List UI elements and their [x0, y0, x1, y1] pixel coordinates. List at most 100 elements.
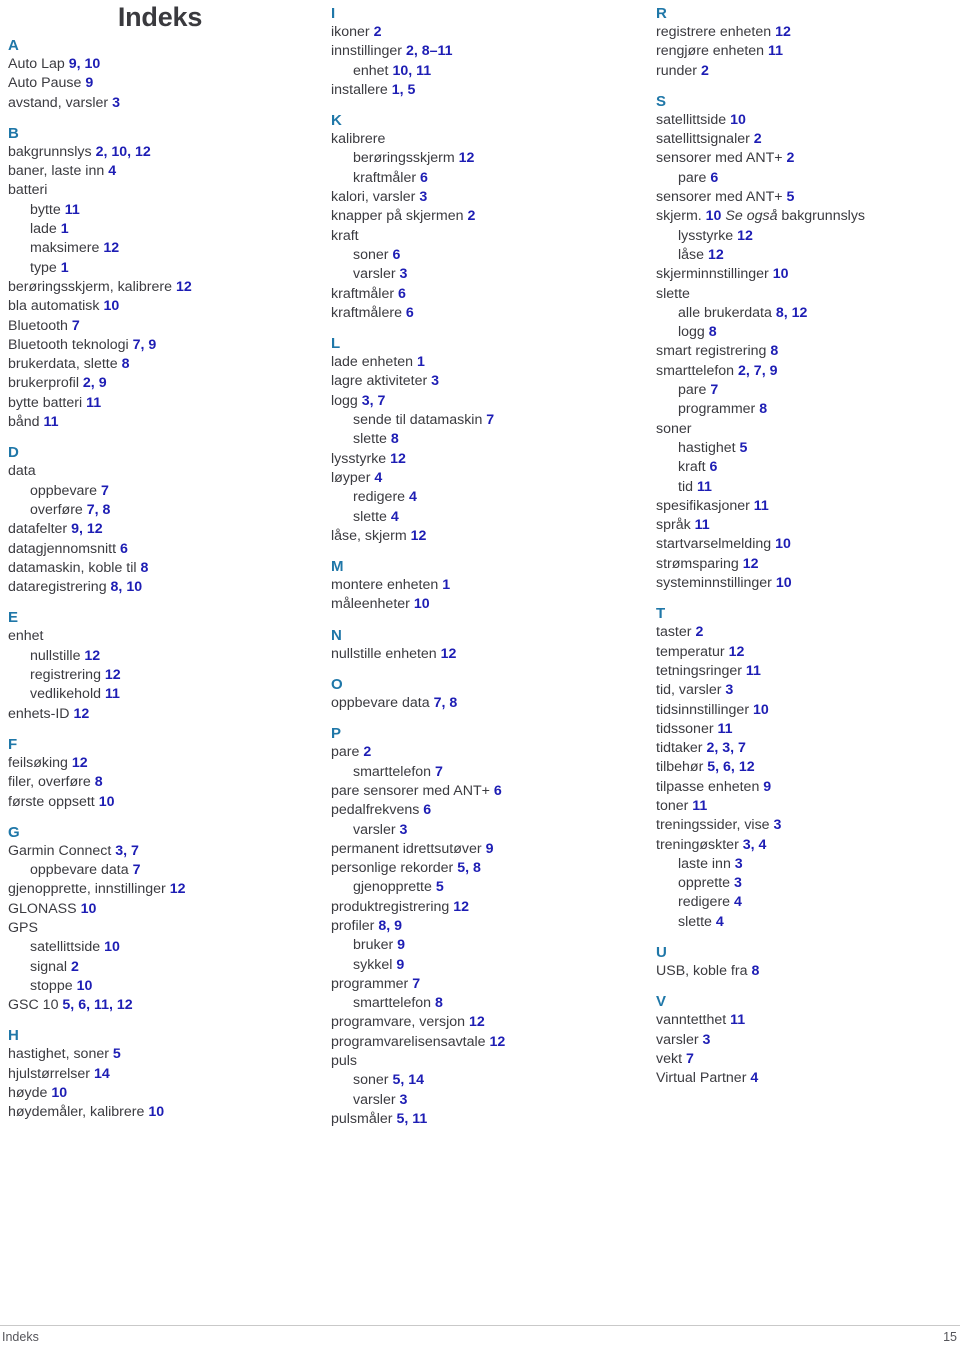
index-entry-pages: 6 — [709, 459, 718, 476]
index-entry: smart registrering 8 — [656, 342, 956, 361]
index-column-1: A Auto Lap 9, 10 Auto Pause 9 avstand, vars… — [8, 0, 308, 1123]
index-entry: rengjøre enheten 11 — [656, 42, 956, 61]
index-entry-pages: 12 — [84, 647, 101, 664]
letter-heading: F — [8, 735, 18, 753]
index-entry-pages: 8 — [121, 356, 130, 373]
index-entry-pages: 11 — [86, 394, 102, 411]
index-entry-term: ikoner — [331, 24, 370, 40]
index-entry-pages: 9, 10 — [68, 56, 101, 72]
index-entry-term: første oppsett — [8, 793, 95, 810]
letter-heading: N — [331, 626, 342, 644]
index-entry-term: hastighet, soner — [8, 1046, 109, 1063]
index-entry: oppbevare data 7 — [8, 861, 308, 880]
index-entry: produktregistrering 12 — [331, 898, 631, 917]
index-entry-term: kraft — [678, 459, 706, 476]
index-entry-term: bånd — [8, 414, 40, 431]
index-entry-term: kraftmåler — [331, 285, 395, 302]
index-entry-pages: 1 — [417, 354, 425, 371]
index-entry-pages: 11 — [717, 720, 733, 737]
index-entry-pages: 6 — [120, 540, 128, 557]
index-entry-pages: 3 — [773, 817, 782, 834]
index-entry-term: berøringsskjerm — [353, 150, 455, 167]
index-entry-term: systeminnstillinger — [656, 575, 772, 592]
index-entry-pages: 6 — [493, 782, 502, 799]
index-entry-pages: 7 — [685, 1050, 694, 1067]
letter-heading: T — [656, 605, 666, 623]
index-entry-term: datafelter — [8, 521, 68, 538]
letter-heading: B — [8, 124, 19, 142]
index-entry: alle brukerdata 8, 12 — [656, 304, 956, 323]
index-entry-pages: 7 — [132, 862, 141, 879]
index-entry-pages: 9 — [485, 840, 494, 857]
index-entry-pages: 6 — [392, 246, 401, 263]
index-entry: kraft — [331, 227, 631, 246]
index-entry-pages: 8 — [770, 343, 779, 360]
index-entry: språk 11 — [656, 516, 956, 535]
letter-heading: R — [656, 5, 667, 22]
index-entry-pages: 5 — [435, 879, 444, 896]
index-entry-term: smarttelefon — [656, 362, 735, 379]
index-entry-term: registrere enheten — [656, 24, 772, 40]
index-entry: installere 1, 5 — [331, 81, 631, 100]
index-entry: innstillinger 2, 8–11 — [331, 42, 631, 61]
index-entry: personlige rekorder 5, 8 — [331, 859, 631, 878]
index-entry-pages: 4 — [390, 508, 399, 525]
index-entry-pages: 2, 9 — [82, 375, 107, 392]
index-entry-pages: 8 — [759, 401, 768, 418]
index-entry-term: varsler — [353, 821, 396, 838]
index-entry-term: overføre — [30, 501, 83, 518]
index-columns: A Auto Lap 9, 10 Auto Pause 9 avstand, vars… — [0, 0, 960, 1127]
index-entry-pages: 8, 10 — [110, 579, 143, 596]
index-entry: lysstyrke 12 — [331, 450, 631, 469]
index-entry-term: treningssider, vise — [656, 817, 770, 834]
index-entry-pages: 12 — [410, 527, 427, 544]
index-entry-term: Virtual Partner — [656, 1070, 747, 1087]
index-entry-pages: 5, 6, 11, 12 — [62, 997, 133, 1014]
index-entry: pedalfrekvens 6 — [331, 801, 631, 820]
index-entry-term: skjerm. — [656, 208, 702, 225]
index-entry-pages: 3, 7 — [361, 392, 386, 409]
index-entry-term: skjerminnstillinger — [656, 266, 769, 283]
index-entry-pages: 2 — [373, 24, 382, 40]
index-entry-pages: 2 — [753, 131, 762, 148]
index-entry: laste inn 3 — [656, 855, 956, 874]
index-entry-pages: 2, 8–11 — [405, 43, 453, 60]
index-entry: høydemåler, kalibrere 10 — [8, 1103, 308, 1122]
index-entry-pages: 6 — [420, 169, 428, 186]
index-entry-term: temperatur — [656, 643, 725, 660]
index-entry-term: pedalfrekvens — [331, 802, 420, 819]
index-entry-pages: 8 — [751, 963, 760, 980]
index-entry: datamaskin, koble til 8 — [8, 559, 308, 578]
index-entry: GPS — [8, 919, 308, 938]
index-entry-pages: 12 — [71, 754, 88, 771]
index-entry: første oppsett 10 — [8, 793, 308, 812]
index-entry-term: smarttelefon — [353, 763, 432, 780]
index-entry-pages: 8, 12 — [775, 304, 808, 321]
index-entry-pages: 12 — [707, 246, 724, 263]
index-entry-pages: 12 — [453, 898, 470, 915]
index-entry-term: smarttelefon — [353, 995, 432, 1012]
letter-heading: O — [331, 676, 343, 694]
index-entry-term: tilpasse enheten — [656, 778, 760, 795]
index-entry: feilsøking 12 — [8, 754, 308, 773]
index-entry-term: låse, skjerm — [331, 527, 407, 544]
index-entry: baner, laste inn 4 — [8, 162, 308, 181]
index-entry-term: hastighet — [678, 439, 736, 456]
index-entry: skjerminnstillinger 10 — [656, 265, 956, 284]
index-entry: Garmin Connect 3, 7 — [8, 842, 308, 861]
letter-heading: D — [8, 444, 19, 462]
index-entry: pare 2 — [331, 743, 631, 762]
index-entry: låse, skjerm 12 — [331, 527, 631, 546]
index-entry-pages: 5 — [786, 189, 795, 206]
index-entry: datagjennomsnitt 6 — [8, 540, 308, 559]
index-entry: berøringsskjerm, kalibrere 12 — [8, 278, 308, 297]
index-entry-term: lagre aktiviteter — [331, 373, 428, 390]
index-entry-term: installere — [331, 81, 388, 98]
index-entry: programvare, versjon 12 — [331, 1013, 631, 1032]
index-entry: pulsmåler 5, 11 — [331, 1110, 631, 1129]
index-entry: permanent idrettsutøver 9 — [331, 840, 631, 859]
index-entry-pages: 3 — [702, 1031, 711, 1048]
index-entry: bytte 11 — [8, 201, 308, 220]
index-entry: gjenopprette 5 — [331, 878, 631, 897]
index-entry-term: redigere — [678, 894, 731, 911]
